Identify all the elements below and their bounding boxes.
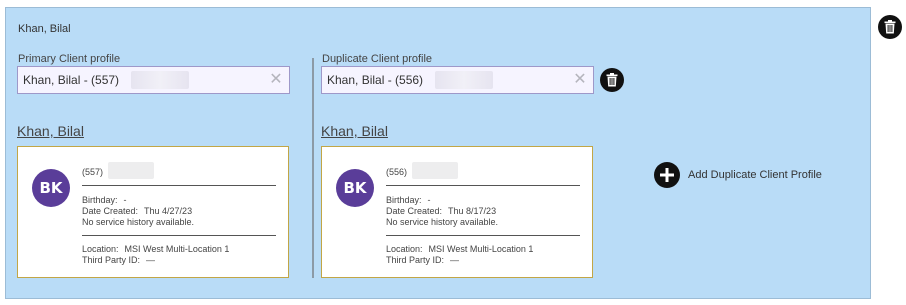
date-created-value: Thu 4/27/23 [144,206,193,216]
location-value: MSI West Multi-Location 1 [428,244,534,254]
merge-panel: Khan, Bilal Primary Client profile Khan,… [5,7,871,299]
birthday-label: Birthday: [82,195,118,205]
date-created-row: Date Created: Thu 4/27/23 [82,206,192,216]
birthday-row: Birthday: - [386,195,431,205]
redacted-field [435,71,493,89]
close-icon[interactable]: ✕ [571,67,589,93]
card-divider [82,235,276,236]
panel-title: Khan, Bilal [18,23,71,35]
close-icon[interactable]: ✕ [267,67,285,93]
third-party-label: Third Party ID: [386,255,445,265]
primary-client-select[interactable]: Khan, Bilal - (557) ✕ [17,66,290,94]
date-created-label: Date Created: [386,206,443,216]
location-row: Location: MSI West Multi-Location 1 [82,244,229,254]
third-party-row: Third Party ID: — [386,255,459,265]
redacted-id [108,162,154,179]
location-label: Location: [386,244,423,254]
duplicate-client-select[interactable]: Khan, Bilal - (556) ✕ [321,66,594,94]
birthday-row: Birthday: - [82,195,127,205]
duplicate-client-card: BK (556) Birthday: - Date Created: Thu 8/1… [321,146,593,278]
add-duplicate-button[interactable]: Add Duplicate Client Profile [654,162,822,188]
third-party-label: Third Party ID: [82,255,141,265]
client-id: (556) [386,167,408,177]
trash-icon[interactable] [878,15,902,39]
date-created-value: Thu 8/17/23 [448,206,497,216]
card-divider [386,185,580,186]
third-party-row: Third Party ID: — [82,255,155,265]
location-label: Location: [82,244,119,254]
service-history: No service history available. [82,217,195,227]
redacted-id [412,162,458,179]
primary-client-card: BK (557) Birthday: - Date Created: Thu 4/2… [17,146,289,278]
avatar: BK [32,169,70,207]
date-created-label: Date Created: [82,206,139,216]
date-created-row: Date Created: Thu 8/17/23 [386,206,496,216]
location-value: MSI West Multi-Location 1 [124,244,230,254]
redacted-field [131,71,189,89]
service-history: No service history available. [386,217,499,227]
column-divider [312,58,314,278]
third-party-value: — [450,255,460,265]
add-duplicate-label: Add Duplicate Client Profile [688,169,822,181]
primary-select-value: Khan, Bilal - (557) [23,73,120,87]
duplicate-select-value: Khan, Bilal - (556) [327,73,424,87]
third-party-value: — [146,255,156,265]
avatar: BK [336,169,374,207]
primary-field-label: Primary Client profile [18,53,121,65]
location-row: Location: MSI West Multi-Location 1 [386,244,533,254]
duplicate-client-link[interactable]: Khan, Bilal [321,123,388,139]
birthday-label: Birthday: [386,195,422,205]
trash-icon[interactable] [600,68,624,92]
client-id: (557) [82,167,104,177]
duplicate-field-label: Duplicate Client profile [322,53,433,65]
primary-client-link[interactable]: Khan, Bilal [17,123,84,139]
plus-circle-icon [654,162,680,188]
card-divider [386,235,580,236]
card-divider [82,185,276,186]
birthday-value: - [123,195,127,205]
birthday-value: - [427,195,431,205]
